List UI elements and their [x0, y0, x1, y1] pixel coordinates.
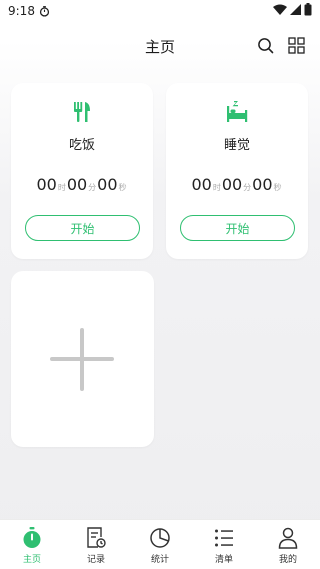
alarm-icon	[39, 5, 50, 17]
status-time: 9:18	[8, 4, 35, 18]
task-timer: 00 时 00 分 00 秒	[11, 175, 153, 194]
timer-hours: 00	[191, 175, 212, 194]
task-timer: 00 时 00 分 00 秒	[166, 175, 308, 194]
task-name: 睡觉	[223, 138, 250, 153]
timer-hours-unit: 时	[212, 183, 221, 192]
timer-seconds-unit: 秒	[118, 183, 127, 192]
tab-label: 主页	[22, 555, 41, 565]
tab-checklist[interactable]: 清单	[192, 520, 256, 569]
timer-hours: 00	[36, 175, 57, 194]
timer-seconds-unit: 秒	[273, 183, 282, 192]
tab-label: 记录	[86, 555, 105, 565]
signal-icon	[290, 4, 301, 18]
timer-minutes-unit: 分	[88, 183, 97, 192]
wifi-icon	[273, 4, 287, 18]
plus-icon-bar	[50, 357, 114, 361]
search-icon[interactable]	[257, 37, 275, 55]
task-name: 吃饭	[68, 138, 95, 153]
list-icon	[213, 527, 235, 549]
utensils-icon	[70, 100, 94, 124]
timer-minutes: 00	[66, 175, 88, 194]
timer-seconds: 00	[97, 175, 118, 194]
timer-seconds: 00	[252, 175, 273, 194]
start-button[interactable]: 开始	[25, 215, 140, 241]
profile-icon	[277, 527, 299, 549]
timer-minutes-unit: 分	[243, 183, 252, 192]
timer-minutes: 00	[221, 175, 243, 194]
tab-home[interactable]: 主页	[0, 520, 64, 569]
bed-icon	[225, 100, 249, 124]
add-task-card[interactable]	[11, 271, 154, 447]
grid-view-icon[interactable]	[288, 37, 305, 54]
tab-profile[interactable]: 我的	[256, 520, 320, 569]
start-button[interactable]: 开始	[180, 215, 295, 241]
tab-statistics[interactable]: 统计	[128, 520, 192, 569]
battery-icon	[304, 3, 312, 19]
page-title: 主页	[144, 37, 175, 56]
timer-icon	[21, 527, 43, 549]
status-bar: 9:18	[0, 0, 320, 22]
timer-hours-unit: 时	[57, 183, 66, 192]
tab-records[interactable]: 记录	[64, 520, 128, 569]
top-app-bar: 主页	[0, 30, 320, 62]
tab-label: 我的	[278, 555, 297, 565]
tab-label: 清单	[214, 555, 233, 565]
pie-chart-icon	[149, 527, 171, 549]
record-icon	[85, 527, 107, 549]
tab-label: 统计	[150, 555, 169, 565]
bottom-tab-bar: 主页 记录 统计 清单 我的	[0, 519, 320, 569]
